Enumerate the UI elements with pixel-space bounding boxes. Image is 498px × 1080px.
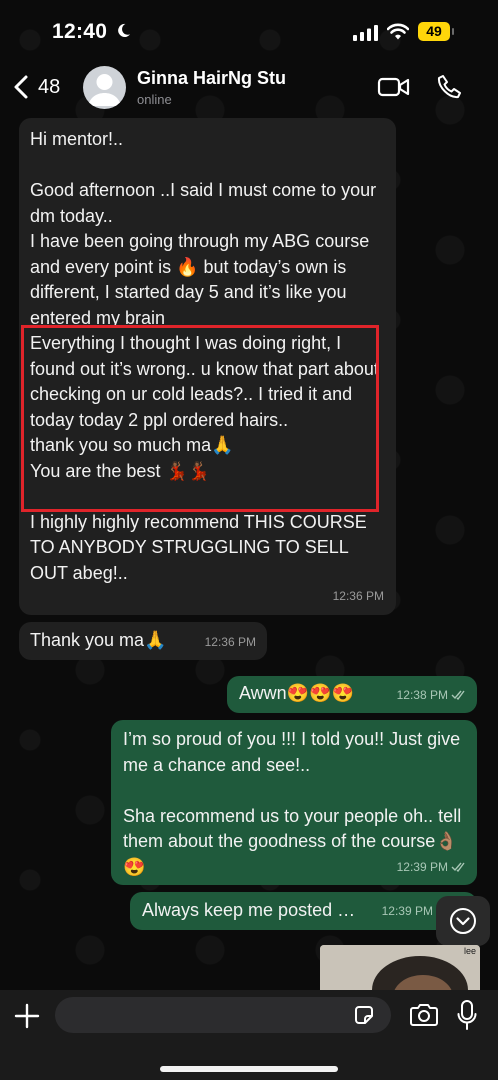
unread-chats-count[interactable]: 48 — [38, 76, 60, 99]
message-text: Always keep me posted … — [142, 900, 356, 920]
read-receipt-icon — [451, 862, 465, 873]
chevron-down-circle-icon — [450, 908, 476, 934]
camera-icon[interactable] — [409, 1003, 439, 1027]
moon-icon — [118, 23, 131, 38]
cellular-signal-icon — [353, 25, 378, 41]
message-time: 12:39 PM — [396, 859, 448, 874]
default-avatar-icon — [88, 74, 121, 106]
sticker-icon[interactable] — [353, 1004, 375, 1026]
back-chevron-icon[interactable] — [12, 74, 30, 100]
message-bubble-outgoing[interactable]: I’m so proud of you !!! I told you!! Jus… — [111, 720, 477, 885]
contact-status: online — [137, 92, 172, 107]
message-timestamp: 12:36 PM — [204, 634, 256, 649]
message-time: 12:38 PM — [396, 687, 448, 702]
plus-icon[interactable] — [14, 1003, 40, 1029]
contact-name[interactable]: Ginna HairNg Stu — [137, 68, 286, 89]
microphone-icon[interactable] — [457, 1000, 477, 1030]
message-bubble-outgoing[interactable]: Awwn😍😍😍 12:38 PM — [227, 676, 477, 713]
highlight-box — [21, 325, 379, 512]
phone-call-icon[interactable] — [437, 74, 461, 100]
read-receipt-icon — [451, 690, 465, 701]
home-indicator[interactable] — [160, 1066, 338, 1072]
message-text: Thank you ma🙏 — [30, 630, 167, 650]
video-call-icon[interactable] — [377, 76, 411, 98]
message-timestamp: 12:36 PM — [332, 588, 384, 603]
status-time: 12:40 — [52, 20, 108, 43]
message-bubble-incoming[interactable]: Thank you ma🙏 12:36 PM — [19, 622, 267, 660]
photo-thumbnail-icon — [320, 945, 480, 990]
attachment-label: lee — [463, 946, 476, 956]
chat-header: 48 Ginna HairNg Stu online — [0, 62, 498, 114]
message-input[interactable] — [55, 997, 391, 1033]
message-timestamp: 12:39 PM — [381, 903, 433, 918]
image-attachment-preview[interactable]: lee — [320, 945, 480, 990]
message-timestamp: 12:39 PM — [397, 855, 467, 881]
message-timestamp: 12:38 PM — [397, 683, 467, 709]
message-bubble-outgoing[interactable]: Always keep me posted … 12:39 PM — [130, 892, 477, 930]
contact-avatar[interactable] — [83, 66, 126, 109]
message-text: Awwn😍😍😍 — [239, 683, 354, 703]
battery-indicator: 49 — [418, 22, 454, 41]
scroll-to-bottom-button[interactable] — [436, 896, 490, 946]
status-bar: 12:40 49 — [0, 0, 498, 62]
wifi-icon — [387, 23, 409, 40]
